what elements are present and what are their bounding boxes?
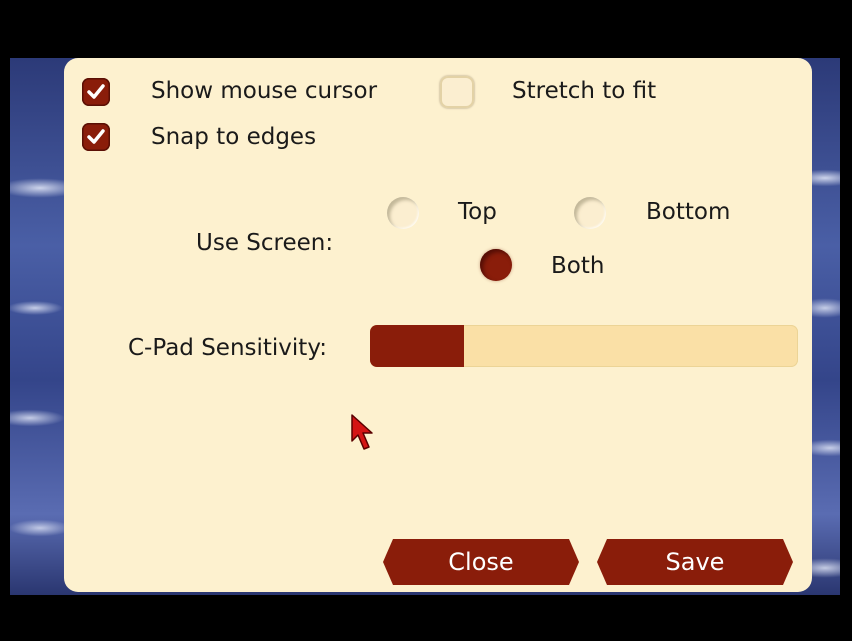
stretch-to-fit-checkbox[interactable] [440,76,474,108]
close-button[interactable]: Close [383,539,579,585]
screen-bottom-label: Bottom [646,199,731,225]
save-button[interactable]: Save [597,539,793,585]
mouse-pointer-icon [351,414,373,450]
sensitivity-label: C-Pad Sensitivity: [128,335,328,361]
sensitivity-slider[interactable] [370,325,798,367]
sensitivity-slider-fill [370,325,465,367]
snap-to-edges-label: Snap to edges [151,124,317,150]
show-mouse-cursor-label: Show mouse cursor [151,78,378,104]
checkmark-icon [87,129,105,144]
screen-both-radio[interactable] [480,249,512,281]
screen-top-radio[interactable] [387,197,419,229]
use-screen-label: Use Screen: [196,230,334,256]
screen-bottom-radio[interactable] [574,197,606,229]
letterbox-bottom [0,595,852,641]
screen-top-label: Top [458,199,497,225]
stretch-to-fit-label: Stretch to fit [512,78,657,104]
show-mouse-cursor-checkbox[interactable] [82,78,110,106]
letterbox-top [0,0,852,58]
checkmark-icon [87,84,105,99]
screen-both-label: Both [551,253,605,279]
snap-to-edges-checkbox[interactable] [82,123,110,151]
